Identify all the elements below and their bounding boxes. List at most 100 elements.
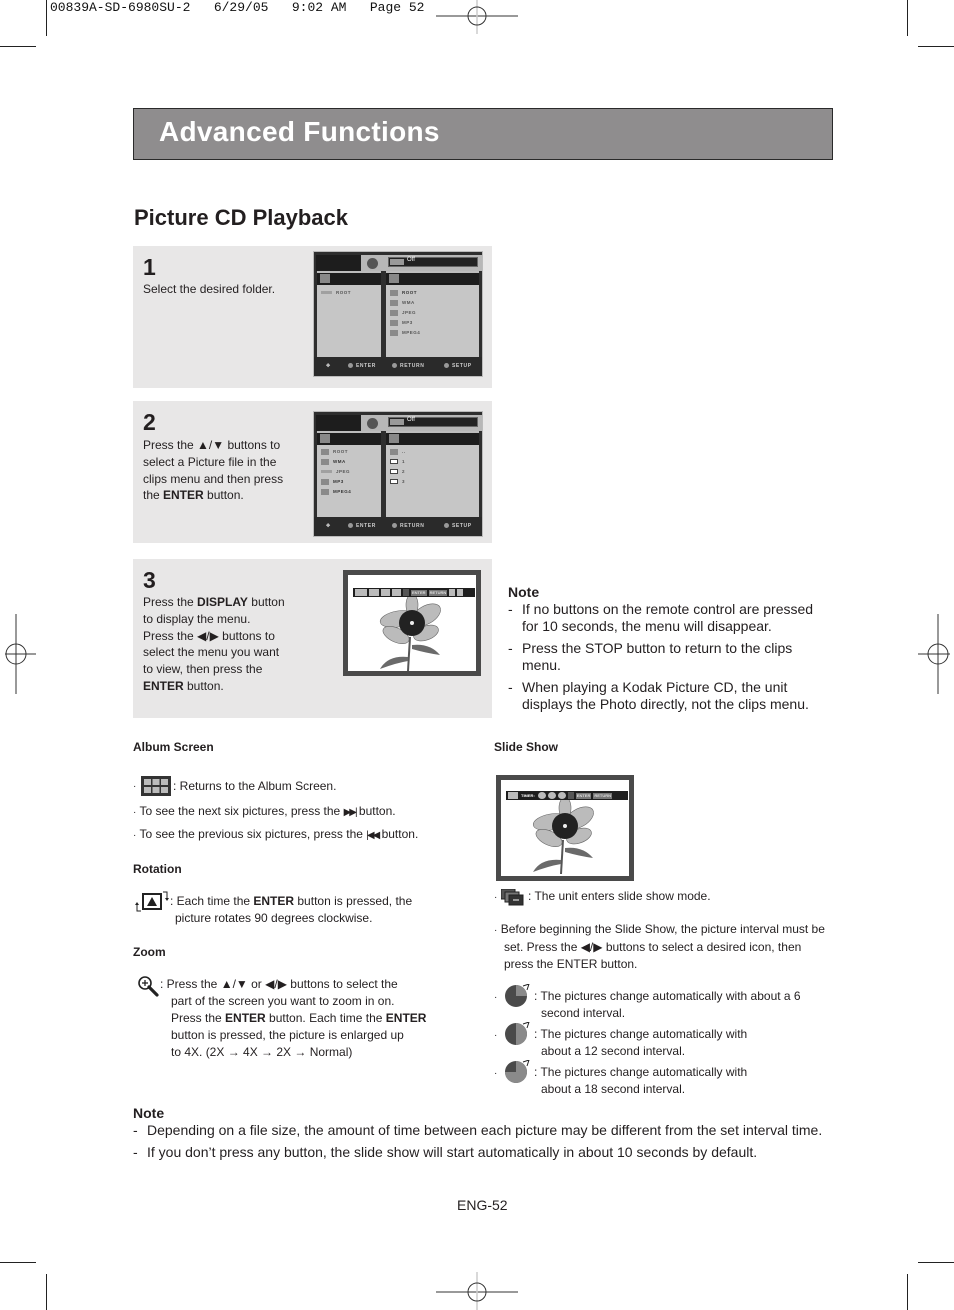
registration-mark-bottom	[436, 1272, 518, 1310]
zoom-heading: Zoom	[133, 945, 166, 959]
picture-file-icon	[390, 459, 398, 465]
folder-panel: ROOT	[317, 271, 381, 357]
note-item: - Depending on a file size, the amount of…	[133, 1122, 823, 1138]
slide-show-heading: Slide Show	[494, 740, 559, 754]
rotate-icon[interactable]	[369, 589, 379, 596]
crop-mark	[0, 46, 36, 47]
step-instruction: Press the ▲/▼ buttons to select a Pictur…	[143, 438, 284, 503]
folder-item[interactable]: MP3	[321, 478, 344, 486]
note-heading: Note	[508, 584, 540, 600]
registration-mark-left	[5, 614, 36, 694]
picture-menu-toolbar: ENTER RETURN	[353, 588, 475, 597]
album-screen-heading: Album Screen	[133, 740, 214, 754]
file-item[interactable]: 2	[390, 468, 405, 476]
section-title: Picture CD Playback	[134, 205, 348, 230]
slideshow-item-2: · Before beginning the Slide Show, the p…	[494, 922, 825, 971]
step-number: 2	[143, 409, 156, 435]
navigate-icon: ✥	[326, 523, 331, 529]
note-item: - When playing a Kodak Picture CD, the un…	[508, 679, 809, 712]
timer-12s-icon[interactable]	[547, 792, 556, 799]
album-grid-icon	[141, 776, 171, 796]
file-item[interactable]: 1	[390, 458, 405, 466]
folder-item[interactable]: ROOT	[390, 289, 417, 297]
slideshow-interval-item: ·: The pictures change automatically wit…	[494, 1022, 747, 1058]
folder-item[interactable]: WMA	[321, 458, 346, 466]
speaker-icon	[389, 274, 399, 283]
folder-item[interactable]: MPEG4	[321, 488, 351, 496]
repeat-status: Off	[388, 257, 478, 267]
rotate-icon	[135, 891, 169, 912]
slideshow-interval-item: ·: The pictures change automatically wit…	[494, 984, 801, 1020]
crop-mark	[918, 46, 954, 47]
note-list: - Depending on a file size, the amount of…	[133, 1122, 823, 1166]
folder-item[interactable]: ROOT	[321, 289, 351, 297]
registration-mark-right	[918, 614, 950, 694]
osd-folder-menu-1: Off ROOT ROOT WMA JPEG MP3 MPEG4 ✥ ENTER…	[313, 251, 483, 377]
folder-icon	[320, 434, 330, 443]
crop-mark	[46, 1274, 47, 1310]
note-heading: Note	[133, 1105, 165, 1121]
timer-6s-icon[interactable]	[537, 792, 546, 799]
skip-previous-icon: |◀◀	[366, 830, 380, 841]
picture-display-screen: ENTER RETURN	[343, 570, 481, 676]
file-item[interactable]: ..	[390, 448, 406, 456]
flower-image	[532, 800, 594, 874]
skip-next-icon: ▶▶|	[343, 807, 358, 818]
file-item[interactable]: 3	[390, 478, 405, 486]
zoom-text: : Press the ▲/▼ or ◀/▶ buttons to select…	[160, 977, 427, 1059]
slideshow-icon[interactable]	[392, 589, 401, 596]
zoom-magnifier-icon	[138, 976, 159, 997]
registration-mark-top	[436, 0, 518, 34]
osd-bottom-bar: ✥ ENTER RETURN SETUP	[314, 357, 482, 376]
folder-item[interactable]: WMA	[390, 299, 415, 307]
step-instruction: Select the desired folder.	[143, 282, 276, 296]
album-icon[interactable]	[355, 589, 367, 596]
note-item: - If you don’t press any button, the slid…	[133, 1144, 758, 1160]
timer-clock-icon	[505, 1022, 530, 1045]
folder-item[interactable]: JPEG	[390, 309, 416, 317]
note-item: - Press the STOP button to return to the …	[508, 640, 793, 673]
folder-panel: ROOT WMA JPEG MP3 MPEG4	[317, 431, 381, 517]
timer-clock-icon	[505, 1060, 530, 1083]
prev-icon[interactable]	[449, 589, 456, 596]
slideshow-screen: TIMER: ENTER RETURN	[496, 775, 634, 881]
chapter-banner: Advanced Functions	[133, 108, 833, 160]
step-number: 1	[143, 254, 156, 280]
picture-file-icon	[390, 469, 398, 475]
crop-mark	[907, 0, 908, 36]
step-number: 3	[143, 567, 156, 593]
folder-item[interactable]: MP3	[390, 319, 413, 327]
rotation-heading: Rotation	[133, 862, 182, 876]
crop-mark	[907, 1274, 908, 1310]
crop-mark	[0, 1262, 36, 1263]
repeat-icon	[390, 419, 404, 425]
folder-item[interactable]: MPEG4	[390, 329, 420, 337]
slideshow-mode-icon	[501, 889, 524, 906]
navigate-icon: ✥	[326, 363, 331, 369]
osd-folder-menu-2: Off ROOT WMA JPEG MP3 MPEG4 .. 1 2 3 ✥ E…	[313, 411, 483, 537]
folder-item[interactable]: ROOT	[321, 448, 348, 456]
folder-item[interactable]: JPEG	[321, 468, 350, 476]
album-item-2: · To see the next six pictures, press th…	[133, 804, 396, 818]
file-panel: .. 1 2 3	[386, 431, 479, 517]
slideshow-interval-item: ·: The pictures change automatically wit…	[494, 1060, 747, 1096]
print-header: 00839A-SD-6980SU-2 6/29/05 9:02 AM Page …	[50, 0, 425, 15]
disc-icon	[367, 258, 378, 269]
repeat-icon	[390, 259, 404, 265]
picture-file-icon	[390, 479, 398, 485]
timer-18s-icon[interactable]	[557, 792, 566, 799]
slideshow-icon[interactable]	[508, 792, 518, 799]
osd-bottom-bar: ✥ ENTER RETURN SETUP	[314, 517, 482, 536]
rotation-text: : Each time the ENTER button is pressed,…	[170, 894, 413, 925]
disc-icon	[367, 418, 378, 429]
chapter-title: Advanced Functions	[159, 116, 440, 147]
step-instruction: Press the DISPLAY button to display the …	[143, 595, 285, 693]
flower-image	[379, 597, 441, 671]
file-panel: ROOT WMA JPEG MP3 MPEG4	[386, 271, 479, 357]
note-list: - If no buttons on the remote control are…	[508, 601, 828, 718]
next-icon[interactable]	[457, 589, 464, 596]
repeat-status: Off	[388, 417, 478, 427]
zoom-icon[interactable]	[381, 589, 390, 596]
folder-icon	[320, 274, 330, 283]
timer-elapsed-sector	[516, 1023, 527, 1045]
